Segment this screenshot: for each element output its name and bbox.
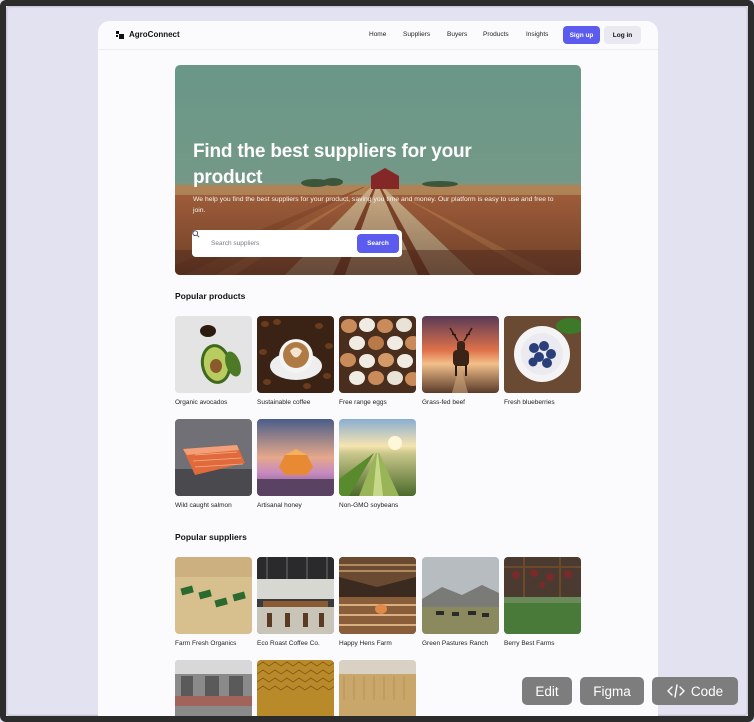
product-card[interactable]: Wild caught salmon bbox=[175, 419, 252, 509]
hero-title: Find the best suppliers for your product bbox=[193, 141, 472, 188]
market-image bbox=[175, 660, 252, 722]
product-card[interactable]: Grass-fed beef bbox=[422, 316, 499, 406]
product-label: Grass-fed beef bbox=[422, 399, 465, 406]
search-bar: Search bbox=[192, 230, 402, 257]
honeycomb-image bbox=[257, 660, 334, 722]
product-label: Fresh blueberries bbox=[504, 399, 555, 406]
supplier-label: Happy Hens Farm bbox=[339, 640, 392, 647]
edit-button[interactable]: Edit bbox=[522, 677, 572, 705]
brand-name: AgroConnect bbox=[129, 30, 180, 39]
code-icon bbox=[667, 684, 685, 698]
nav-home[interactable]: Home bbox=[369, 31, 386, 38]
nav-buyers[interactable]: Buyers bbox=[447, 31, 467, 38]
nav-products[interactable]: Products bbox=[483, 31, 509, 38]
nav-insights[interactable]: Insights bbox=[526, 31, 548, 38]
supplier-label: Farm Fresh Organics bbox=[175, 640, 237, 647]
ranch-image bbox=[422, 557, 499, 634]
hero-subtitle: We help you find the best suppliers for … bbox=[193, 196, 554, 214]
figma-button[interactable]: Figma bbox=[580, 677, 644, 705]
blueberries-image bbox=[504, 316, 581, 393]
search-input[interactable] bbox=[211, 237, 351, 250]
cafe-image bbox=[257, 557, 334, 634]
brand-logo[interactable]: AgroConnect bbox=[116, 30, 180, 39]
product-label: Non-GMO soybeans bbox=[339, 502, 399, 509]
code-button[interactable]: Code bbox=[652, 677, 738, 705]
signup-button[interactable]: Sign up bbox=[563, 26, 600, 44]
supplier-label: Berry Best Farms bbox=[504, 640, 555, 647]
product-card[interactable]: Sustainable coffee bbox=[257, 316, 334, 406]
product-label: Sustainable coffee bbox=[257, 399, 311, 406]
product-card[interactable]: Organic avocados bbox=[175, 316, 252, 406]
search-icon bbox=[192, 230, 200, 238]
supplier-card[interactable]: Happy Hens Farm bbox=[339, 557, 416, 647]
login-button[interactable]: Log in bbox=[604, 26, 641, 44]
popular-suppliers-title: Popular suppliers bbox=[175, 532, 247, 542]
product-label: Free range eggs bbox=[339, 399, 387, 406]
henhouse-image bbox=[339, 557, 416, 634]
popular-products-title: Popular products bbox=[175, 291, 246, 301]
supplier-card[interactable]: Berry Best Farms bbox=[504, 557, 581, 647]
trays-image bbox=[175, 557, 252, 634]
supplier-card[interactable]: Green Pastures Ranch bbox=[422, 557, 499, 647]
top-nav: AgroConnect Home Suppliers Buyers Produc… bbox=[98, 21, 658, 50]
vineyard-image bbox=[504, 557, 581, 634]
supplier-card[interactable] bbox=[175, 660, 252, 722]
landing-page: AgroConnect Home Suppliers Buyers Produc… bbox=[98, 21, 658, 722]
product-card[interactable]: Artisanal honey bbox=[257, 419, 334, 509]
product-card[interactable]: Free range eggs bbox=[339, 316, 416, 406]
logo-icon bbox=[116, 30, 124, 39]
supplier-card[interactable] bbox=[257, 660, 334, 722]
soybean-field-image bbox=[339, 419, 416, 496]
wheat-image bbox=[339, 660, 416, 722]
hero-banner: Find the best suppliers for your product… bbox=[175, 65, 581, 275]
product-card[interactable]: Fresh blueberries bbox=[504, 316, 581, 406]
nav-suppliers[interactable]: Suppliers bbox=[403, 31, 430, 38]
search-button[interactable]: Search bbox=[357, 234, 399, 253]
product-label: Wild caught salmon bbox=[175, 502, 232, 509]
avocado-image bbox=[175, 316, 252, 393]
salmon-image bbox=[175, 419, 252, 496]
product-card[interactable]: Non-GMO soybeans bbox=[339, 419, 416, 509]
code-button-label: Code bbox=[690, 683, 724, 699]
supplier-card[interactable]: Farm Fresh Organics bbox=[175, 557, 252, 647]
supplier-card[interactable] bbox=[339, 660, 416, 722]
coffee-image bbox=[257, 316, 334, 393]
supplier-label: Green Pastures Ranch bbox=[422, 640, 489, 647]
supplier-label: Eco Roast Coffee Co. bbox=[257, 640, 320, 647]
honey-image bbox=[257, 419, 334, 496]
product-label: Organic avocados bbox=[175, 399, 228, 406]
product-label: Artisanal honey bbox=[257, 502, 302, 509]
stag-image bbox=[422, 316, 499, 393]
supplier-card[interactable]: Eco Roast Coffee Co. bbox=[257, 557, 334, 647]
eggs-image bbox=[339, 316, 416, 393]
